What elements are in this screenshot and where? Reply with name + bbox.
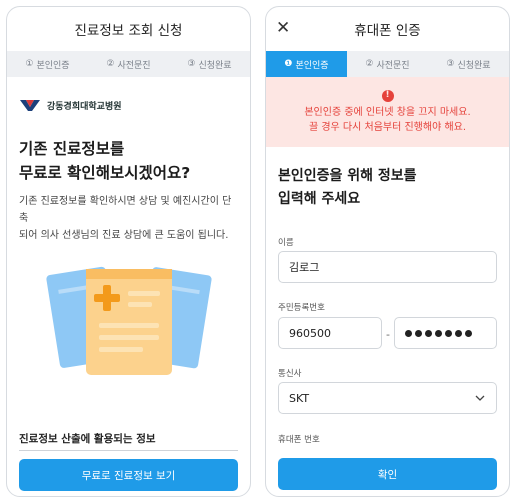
header: ✕ 휴대폰 인증: [266, 7, 509, 51]
form-heading: 본인인증을 위해 정보를 입력해 주세요: [278, 165, 497, 211]
name-field[interactable]: 김로그: [278, 251, 497, 283]
step-1: ① 본인인증: [7, 51, 88, 77]
step-indicator: ❶ 본인인증 ② 사전문진 ③ 신청완료: [266, 51, 509, 77]
rrn-front-value: 960500: [289, 326, 331, 340]
step-3: ③ 신청완료: [169, 51, 250, 77]
page-title: 진료정보 조회 신청: [74, 23, 183, 39]
description-line: 되어 의사 선생님의 진료 상담에 큰 도움이 됩니다.: [19, 230, 229, 241]
step-2: ② 사전문진: [88, 51, 169, 77]
step-number: ②: [365, 59, 374, 69]
warning-icon: !: [381, 89, 394, 102]
step-3: ③ 신청완료: [428, 51, 509, 77]
headline: 기존 진료정보를 무료로 확인해보시겠어요?: [19, 137, 238, 185]
header: 진료정보 조회 신청: [7, 7, 250, 51]
carrier-select[interactable]: SKT: [278, 382, 497, 414]
left-screen: 진료정보 조회 신청 ① 본인인증 ② 사전문진 ③ 신청완료 강동경희대학교병원 기…: [6, 6, 251, 497]
step-indicator: ① 본인인증 ② 사전문진 ③ 신청완료: [7, 51, 250, 77]
rrn-label: 주민등록번호: [278, 303, 325, 313]
info-section-title: 진료정보 산출에 활용되는 정보: [19, 433, 156, 445]
warning-text: 본인인증 중에 인터넷 창을 끄지 마세요.: [304, 106, 471, 118]
step-1-active: ❶ 본인인증: [266, 51, 347, 77]
close-icon[interactable]: ✕: [276, 19, 290, 37]
chevron-down-icon: [475, 395, 485, 401]
divider: [19, 450, 238, 451]
step-number: ❶: [284, 59, 293, 69]
step-label: 본인인증: [295, 60, 329, 71]
step-label: 신청완료: [198, 60, 232, 71]
hospital-logo-icon: [20, 100, 40, 111]
warning-text: 끌 경우 다시 처음부터 진행해야 해요.: [308, 121, 467, 133]
phone-label: 휴대폰 번호: [278, 435, 320, 445]
headline-line: 무료로 확인해보시겠어요?: [19, 164, 191, 182]
heading-line: 입력해 주세요: [278, 191, 361, 207]
hospital-logo: 강동경희대학교병원: [7, 77, 250, 115]
headline-line: 기존 진료정보를: [19, 140, 125, 158]
right-screen: ✕ 휴대폰 인증 ❶ 본인인증 ② 사전문진 ③ 신청완료 ! 본인인증 중에 인터넷…: [265, 6, 510, 497]
warning-banner: ! 본인인증 중에 인터넷 창을 끄지 마세요. 끌 경우 다시 처음부터 진행…: [266, 77, 509, 147]
step-label: 사전문진: [117, 60, 151, 71]
name-value: 김로그: [289, 261, 320, 274]
step-label: 사전문진: [376, 60, 410, 71]
step-label: 신청완료: [457, 60, 491, 71]
step-2: ② 사전문진: [347, 51, 428, 77]
view-medical-info-button[interactable]: 무료로 진료정보 보기: [19, 459, 238, 491]
step-number: ③: [446, 59, 455, 69]
confirm-button[interactable]: 확인: [278, 458, 497, 490]
rrn-separator: -: [386, 328, 390, 341]
step-label: 본인인증: [36, 60, 70, 71]
step-number: ①: [25, 59, 34, 69]
medical-document-illustration: [46, 266, 212, 375]
carrier-label: 통신사: [278, 369, 302, 379]
heading-line: 본인인증을 위해 정보를: [278, 168, 417, 184]
description-line: 기존 진료정보를 확인하시면 상담 및 예진시간이 단축: [19, 196, 232, 224]
hospital-name: 강동경희대학교병원: [47, 101, 122, 112]
carrier-value: SKT: [289, 391, 310, 405]
name-label: 이름: [278, 238, 294, 248]
step-number: ③: [187, 59, 196, 69]
step-number: ②: [106, 59, 115, 69]
rrn-back-field[interactable]: [394, 317, 497, 349]
page-title: 휴대폰 인증: [354, 23, 421, 39]
rrn-front-field[interactable]: 960500: [278, 317, 382, 349]
masked-digits: [405, 329, 472, 337]
description: 기존 진료정보를 확인하시면 상담 및 예진시간이 단축 되어 의사 선생님의 …: [19, 193, 238, 244]
